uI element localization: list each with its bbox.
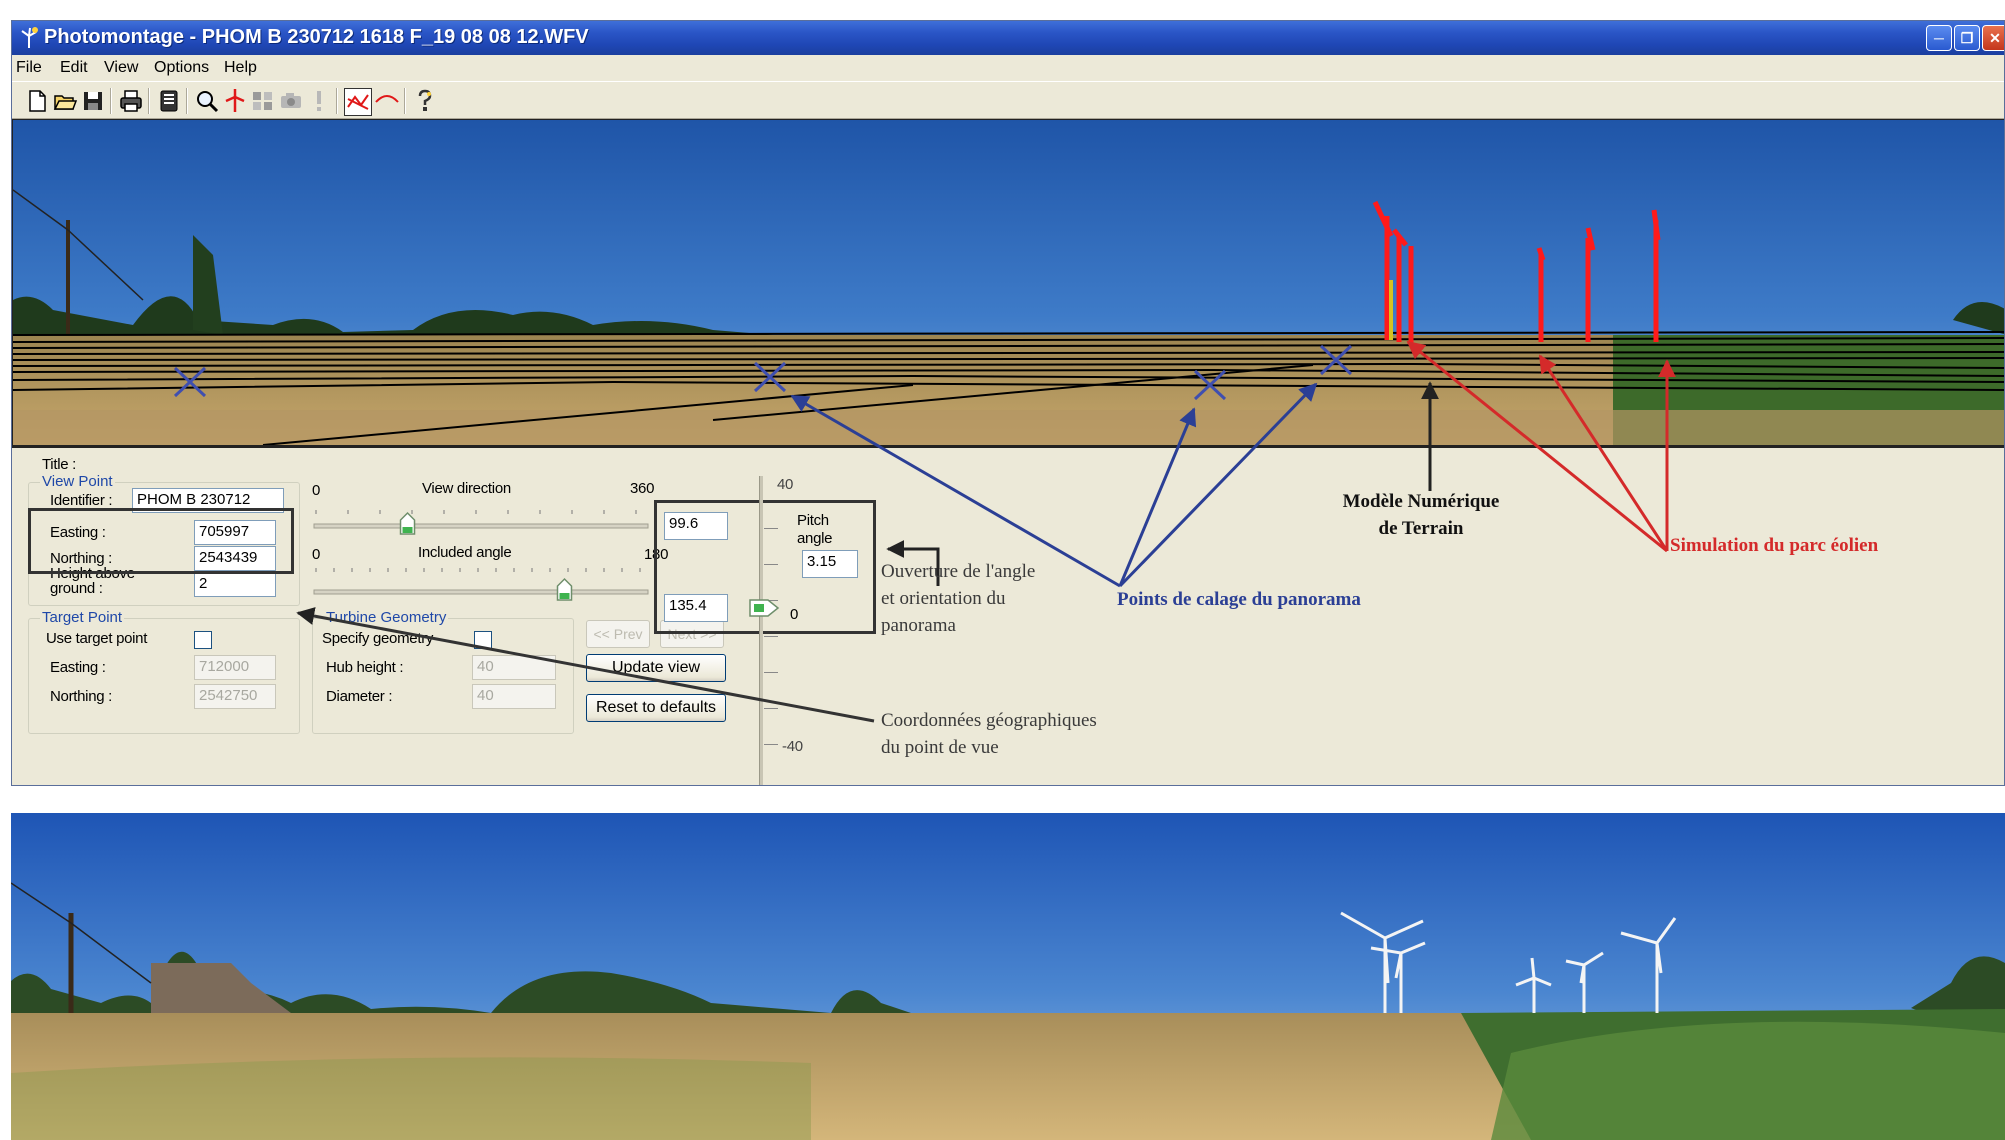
annotation-simulation: Simulation du parc éolien — [1670, 535, 1879, 556]
annotation-modele: Modèle Numérique de Terrain — [1318, 488, 1524, 542]
photomontage-result-image — [11, 813, 2005, 1140]
photomontage-window: Photomontage - PHOM B 230712 1618 F_19 0… — [11, 20, 2005, 786]
annotation-coordonnees: Coordonnées géographiques du point de vu… — [881, 707, 1097, 761]
annotation-modele-line2: de Terrain — [1378, 518, 1464, 539]
annotation-ouverture: Ouverture de l'angle et orientation du p… — [881, 558, 1035, 639]
annotation-coordonnees-line1: Coordonnées géographiques — [881, 710, 1097, 731]
result-panorama — [11, 813, 2005, 1140]
annotation-coordonnees-line2: du point de vue — [881, 737, 999, 758]
annotation-points-calage: Points de calage du panorama — [1117, 589, 1361, 610]
annotation-ouverture-line1: Ouverture de l'angle — [881, 561, 1036, 582]
annotation-ouverture-line2: et orientation du — [881, 588, 1006, 609]
annotation-modele-line1: Modèle Numérique — [1342, 491, 1500, 512]
annotation-arrows — [296, 340, 1676, 723]
annotation-ouverture-line3: panorama — [881, 615, 956, 636]
